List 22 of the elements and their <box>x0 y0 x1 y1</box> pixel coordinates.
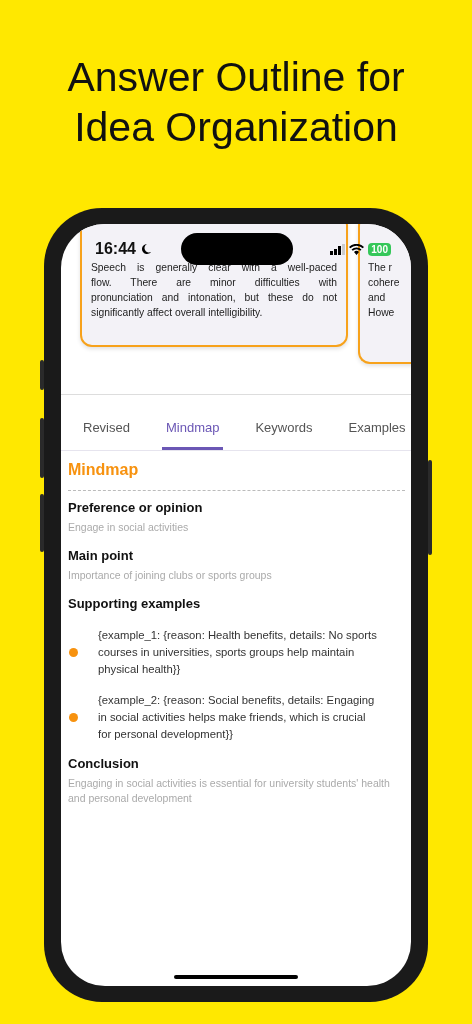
example-text: {example_2: {reason: Social benefits, details: Engaging in social activities helps make friends, which is crucial for personal development}} <box>98 693 376 742</box>
bullet-dot <box>69 713 78 722</box>
feedback-text: The r cohere and Howe <box>368 261 401 320</box>
signal-icon <box>330 243 346 255</box>
status-time: 16:44 <box>95 240 136 258</box>
tab[interactable]: Mindmap <box>161 411 224 450</box>
section-value: Engage in social activities <box>68 520 190 535</box>
tab[interactable]: Examples <box>348 411 406 450</box>
section-heading: Mindmap <box>68 460 140 480</box>
section-title: Preference or opinion <box>68 499 204 517</box>
example-text: {example_1: {reason: Health benefits, details: No sports courses in universities, sports groups help maintain physical health}} <box>98 628 378 677</box>
wifi-icon <box>349 243 365 255</box>
section-value: Importance of joining clubs or sports groups <box>68 568 273 583</box>
section-title: Main point <box>68 547 134 565</box>
section-title: Supporting examples <box>68 595 202 613</box>
moon-icon <box>139 243 152 255</box>
headline: Answer Outline for Idea Organization <box>66 53 406 152</box>
bullet-dot <box>69 648 78 657</box>
tab[interactable]: Keywords <box>255 411 313 450</box>
section-value: Engaging in social activities is essential for university students' health and personal development <box>68 776 391 806</box>
tab[interactable]: Revised <box>83 411 130 450</box>
section-title: Conclusion <box>68 755 140 773</box>
